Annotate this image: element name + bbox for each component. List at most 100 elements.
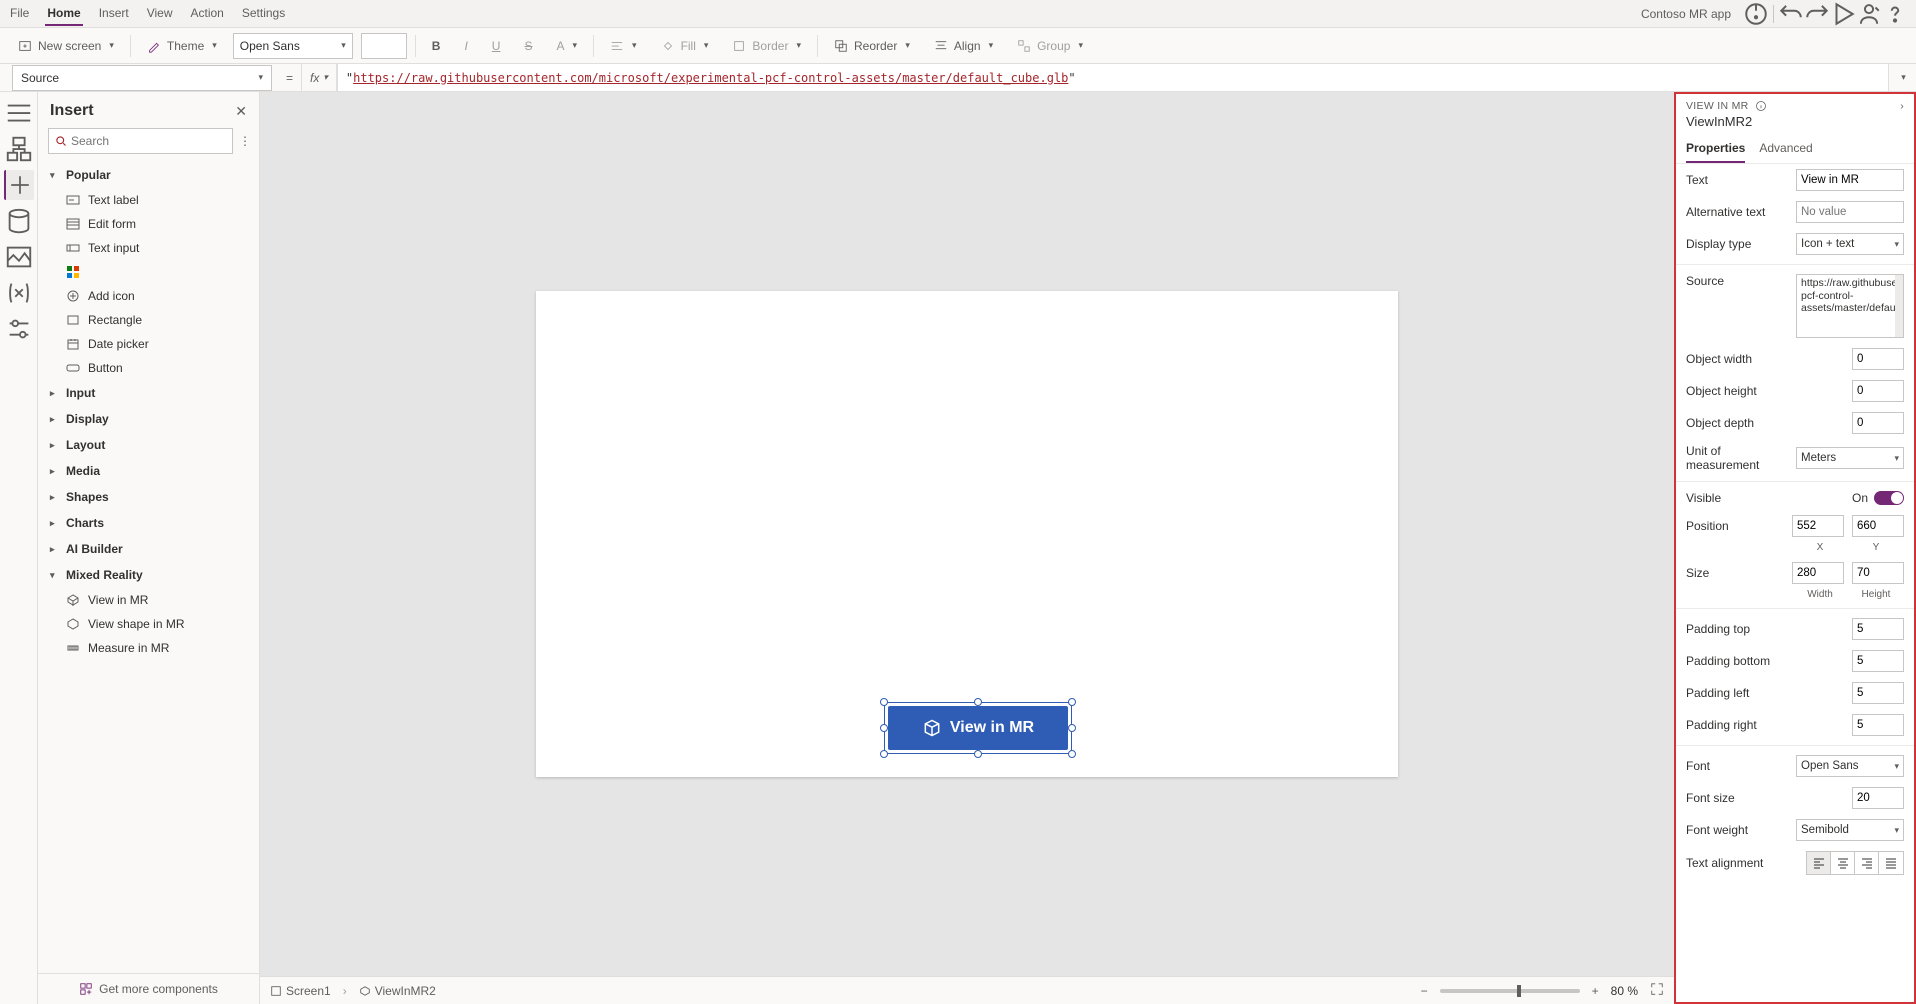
bold-button[interactable]: B (424, 35, 449, 57)
align-center-btn[interactable] (1831, 852, 1855, 874)
zoom-in-icon[interactable]: + (1592, 984, 1599, 998)
sel-handle-se[interactable] (1068, 750, 1076, 758)
inp-objw[interactable] (1852, 348, 1904, 370)
cat-media[interactable]: ▸Media (38, 458, 259, 484)
sel-fontweight[interactable]: Semibold▾ (1796, 819, 1904, 841)
cat-charts[interactable]: ▸Charts (38, 510, 259, 536)
help-icon[interactable] (1882, 1, 1908, 27)
inp-alt[interactable] (1796, 201, 1904, 223)
cat-popular[interactable]: ▾Popular (38, 162, 259, 188)
sel-handle-n[interactable] (974, 698, 982, 706)
redo-icon[interactable] (1804, 1, 1830, 27)
align-justify-btn[interactable] (1879, 852, 1903, 874)
font-color-button[interactable]: A▾ (548, 35, 585, 57)
sel-handle-s[interactable] (974, 750, 982, 758)
rail-advanced-icon[interactable] (4, 314, 34, 344)
artboard[interactable]: View in MR (536, 291, 1398, 777)
item-button[interactable]: Button (38, 356, 259, 380)
menu-tab-settings[interactable]: Settings (240, 2, 287, 26)
info-icon[interactable] (1755, 100, 1767, 112)
fx-label[interactable]: fx▾ (301, 64, 337, 91)
insert-close-icon[interactable]: ✕ (235, 103, 247, 120)
item-measure-in-mr[interactable]: Measure in MR (38, 636, 259, 660)
canvas-area[interactable]: View in MR (260, 92, 1674, 976)
cat-input[interactable]: ▸Input (38, 380, 259, 406)
menu-tab-view[interactable]: View (145, 2, 175, 26)
inp-sizeh[interactable] (1852, 562, 1904, 584)
item-vertical-gallery[interactable] (38, 260, 259, 284)
inp-padb[interactable] (1852, 650, 1904, 672)
theme-button[interactable]: Theme▾ (139, 35, 225, 57)
rail-data-icon[interactable] (4, 206, 34, 236)
item-rectangle[interactable]: Rectangle (38, 308, 259, 332)
formula-input[interactable]: "https://raw.githubusercontent.com/micro… (337, 64, 1888, 91)
tab-properties[interactable]: Properties (1686, 135, 1745, 163)
get-more-components[interactable]: Get more components (38, 973, 259, 1004)
sel-handle-e[interactable] (1068, 724, 1076, 732)
item-view-in-mr[interactable]: View in MR (38, 588, 259, 612)
align-button[interactable]: Align▾ (926, 35, 1001, 57)
new-screen-button[interactable]: New screen▾ (10, 35, 122, 57)
underline-button[interactable]: U (484, 35, 509, 57)
inp-source[interactable]: https://raw.githubusercontent.com/micros… (1796, 274, 1904, 338)
insert-search-field[interactable] (71, 134, 226, 148)
tab-advanced[interactable]: Advanced (1759, 135, 1812, 163)
align-right-btn[interactable] (1855, 852, 1879, 874)
menu-tab-file[interactable]: File (8, 2, 31, 26)
text-align-button[interactable]: ▾ (602, 35, 645, 57)
reorder-button[interactable]: Reorder▾ (826, 35, 918, 57)
inp-posy[interactable] (1852, 515, 1904, 537)
fill-button[interactable]: Fill▾ (653, 35, 717, 57)
prop-collapse-icon[interactable]: › (1900, 100, 1904, 112)
fit-screen-icon[interactable] (1650, 982, 1664, 999)
sel-font[interactable]: Open Sans▾ (1796, 755, 1904, 777)
zoom-out-icon[interactable]: − (1421, 984, 1428, 998)
rail-variables-icon[interactable] (4, 278, 34, 308)
sel-handle-ne[interactable] (1068, 698, 1076, 706)
align-left-btn[interactable] (1807, 852, 1831, 874)
inp-fontsize[interactable] (1852, 787, 1904, 809)
rail-insert-icon[interactable] (4, 170, 34, 200)
inp-objd[interactable] (1852, 412, 1904, 434)
font-select[interactable]: Open Sans▾ (233, 33, 353, 59)
item-add-icon[interactable]: Add icon (38, 284, 259, 308)
property-select[interactable]: Source▾ (12, 65, 272, 91)
font-size-input[interactable] (361, 33, 407, 59)
border-button[interactable]: Border▾ (724, 35, 809, 57)
sel-handle-sw[interactable] (880, 750, 888, 758)
sel-displaytype[interactable]: Icon + text▾ (1796, 233, 1904, 255)
inp-padl[interactable] (1852, 682, 1904, 704)
item-view-shape-in-mr[interactable]: View shape in MR (38, 612, 259, 636)
italic-button[interactable]: I (456, 35, 475, 57)
item-text-label[interactable]: Text label (38, 188, 259, 212)
share-icon[interactable] (1856, 1, 1882, 27)
formula-expand-icon[interactable]: ▾ (1888, 64, 1916, 91)
zoom-slider[interactable] (1440, 989, 1580, 993)
breadcrumb-screen[interactable]: Screen1 (270, 984, 331, 998)
sel-handle-nw[interactable] (880, 698, 888, 706)
rail-hamburger-icon[interactable] (4, 98, 34, 128)
breadcrumb-control[interactable]: ViewInMR2 (359, 984, 436, 998)
item-text-input[interactable]: Text input (38, 236, 259, 260)
strike-button[interactable]: S (516, 35, 540, 57)
item-edit-form[interactable]: Edit form (38, 212, 259, 236)
inp-sizew[interactable] (1792, 562, 1844, 584)
menu-tab-home[interactable]: Home (45, 2, 82, 26)
sel-unit[interactable]: Meters▾ (1796, 447, 1904, 469)
inp-padt[interactable] (1852, 618, 1904, 640)
insert-search-input[interactable] (48, 128, 233, 154)
rail-tree-icon[interactable] (4, 134, 34, 164)
inp-posx[interactable] (1792, 515, 1844, 537)
inp-text[interactable] (1796, 169, 1904, 191)
sel-handle-w[interactable] (880, 724, 888, 732)
menu-tab-action[interactable]: Action (189, 2, 226, 26)
insert-more-icon[interactable]: ⋮ (239, 134, 251, 148)
view-in-mr-control[interactable]: View in MR (888, 706, 1068, 750)
play-icon[interactable] (1830, 1, 1856, 27)
menu-tab-insert[interactable]: Insert (97, 2, 131, 26)
inp-padr[interactable] (1852, 714, 1904, 736)
item-date-picker[interactable]: Date picker (38, 332, 259, 356)
inp-objh[interactable] (1852, 380, 1904, 402)
app-checker-icon[interactable] (1743, 1, 1769, 27)
cat-ai[interactable]: ▸AI Builder (38, 536, 259, 562)
